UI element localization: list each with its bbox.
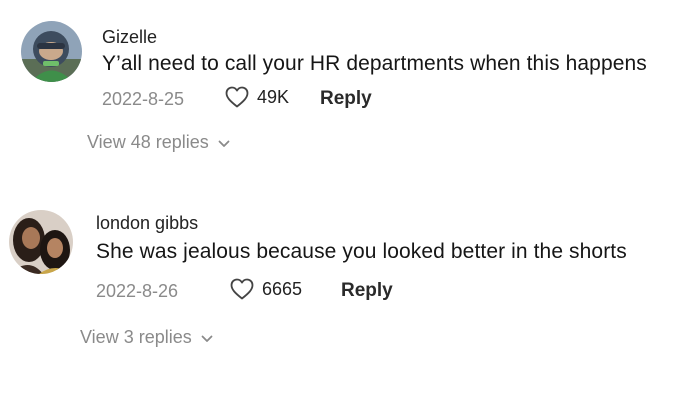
comment-item: Gizelle Y’all need to call your HR depar… [0, 0, 680, 170]
profile-photo-icon [21, 21, 82, 82]
like-button[interactable]: 6665 [230, 278, 302, 300]
comment-text: She was jealous because you looked bette… [96, 240, 627, 263]
avatar[interactable] [21, 21, 82, 82]
reply-button[interactable]: Reply [320, 88, 372, 110]
comment-text: Y’all need to call your HR departments w… [102, 52, 647, 75]
like-count: 6665 [262, 278, 303, 299]
view-replies-button[interactable]: View 48 replies [87, 132, 230, 153]
comment-author[interactable]: london gibbs [96, 213, 198, 234]
view-replies-label: View 3 replies [80, 327, 192, 347]
comment-date: 2022-8-25 [102, 89, 185, 109]
like-button[interactable]: 49K [225, 86, 289, 108]
comment-item: london gibbs She was jealous because you… [0, 170, 680, 409]
comment-author[interactable]: Gizelle [102, 27, 157, 48]
avatar[interactable] [9, 210, 73, 274]
chevron-down-icon [201, 335, 213, 342]
heart-icon [225, 86, 249, 108]
reply-button[interactable]: Reply [341, 280, 393, 302]
like-count: 49K [257, 86, 290, 107]
profile-photo-icon [9, 210, 73, 274]
heart-icon [230, 278, 254, 300]
view-replies-label: View 48 replies [87, 132, 209, 152]
comment-date: 2022-8-26 [96, 281, 179, 301]
view-replies-button[interactable]: View 3 replies [80, 327, 213, 348]
chevron-down-icon [218, 140, 230, 147]
